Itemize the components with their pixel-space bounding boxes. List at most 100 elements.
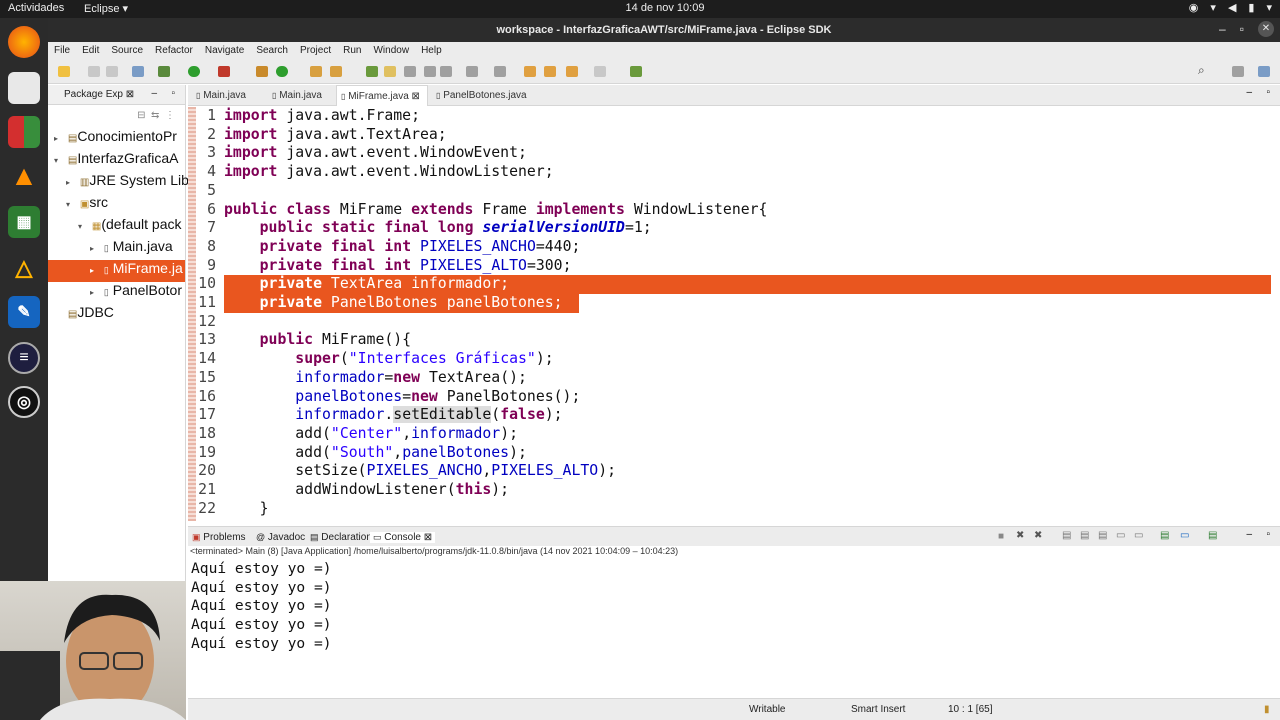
menu-navigate[interactable]: Navigate <box>199 42 250 60</box>
minimize-console-icon[interactable]: – <box>1246 529 1252 540</box>
close-button[interactable]: ✕ <box>1258 21 1274 37</box>
terminate-icon[interactable]: ■ <box>998 531 1004 542</box>
next-annotation-icon[interactable] <box>466 66 478 77</box>
menu-source[interactable]: Source <box>105 42 149 60</box>
minimize-button[interactable]: – <box>1219 22 1226 36</box>
code-line[interactable]: 8 private final int PIXELES_ANCHO=440; <box>188 238 1280 257</box>
last-edit-icon[interactable] <box>524 66 536 77</box>
code-line[interactable]: 13 public MiFrame(){ <box>188 331 1280 350</box>
files-icon[interactable] <box>8 72 40 104</box>
search-icon[interactable]: ⌕ <box>1198 63 1210 77</box>
skip-breakpoints-icon[interactable] <box>132 66 144 77</box>
new-class-icon[interactable] <box>276 66 288 77</box>
open-type-icon[interactable] <box>310 66 322 77</box>
tab-console[interactable]: ▭ Console ⊠ <box>370 532 436 543</box>
maximize-console-icon[interactable]: ▫ <box>1266 529 1270 540</box>
toggle-mark-occurrences-icon[interactable] <box>384 66 396 77</box>
tab-javadoc[interactable]: @ Javadoc <box>256 532 305 543</box>
debug-icon[interactable] <box>158 66 170 77</box>
tab-main-java-2[interactable]: ▯ Main.java <box>268 85 338 106</box>
tree-item-panelbotones-java[interactable]: ▸ ▯ PanelBotor <box>90 282 182 304</box>
menu-help[interactable]: Help <box>415 42 448 60</box>
clear-console-icon[interactable]: ▤ <box>1062 530 1071 541</box>
new-java-project-icon[interactable] <box>256 66 268 77</box>
package-explorer-title[interactable]: Package Exp ⊠ <box>64 89 134 100</box>
show-stderr-icon[interactable]: ▭ <box>1134 530 1143 541</box>
pin-console-icon[interactable]: ▤ <box>1160 530 1169 541</box>
spreadsheet-icon[interactable]: ▦ <box>8 206 40 238</box>
search-tool-icon[interactable] <box>330 66 342 77</box>
prev-annotation-icon[interactable] <box>494 66 506 77</box>
code-line[interactable]: 19 add("South",panelBotones); <box>188 444 1280 463</box>
code-line[interactable]: 22 } <box>188 500 1280 519</box>
vlc-icon[interactable]: ▲ <box>8 160 40 192</box>
menu-project[interactable]: Project <box>294 42 337 60</box>
open-perspective-icon[interactable] <box>1232 66 1244 77</box>
show-whitespace-icon[interactable] <box>440 66 452 77</box>
tree-item-default-package[interactable]: ▾ ▦(default pack <box>78 216 182 238</box>
code-line[interactable]: 6 public class MiFrame extends Frame impl… <box>188 201 1280 220</box>
menu-window[interactable]: Window <box>367 42 415 60</box>
menu-refactor[interactable]: Refactor <box>149 42 199 60</box>
tree-item-jdbc[interactable]: ▤JDBC <box>54 304 114 326</box>
link-editor-icon[interactable]: ⇆ <box>151 110 159 121</box>
office-icon[interactable] <box>8 116 40 148</box>
code-line[interactable]: 3 import java.awt.event.WindowEvent; <box>188 144 1280 163</box>
code-line[interactable]: 1 import java.awt.Frame; <box>188 107 1280 126</box>
remove-launch-icon[interactable]: ✖ <box>1016 530 1024 541</box>
tab-declaration[interactable]: ▤ Declaration <box>310 532 372 543</box>
external-tools-icon[interactable] <box>218 66 230 77</box>
save-all-icon[interactable] <box>106 66 118 77</box>
block-selection-icon[interactable] <box>404 66 416 77</box>
tree-item-miframe-java[interactable]: ▸ ▯ MiFrame.ja <box>48 260 185 282</box>
minimize-editor-icon[interactable]: – <box>1246 87 1252 98</box>
word-wrap-console-icon[interactable]: ▤ <box>1098 530 1107 541</box>
run-icon[interactable] <box>188 66 200 77</box>
tree-item-src[interactable]: ▾ ▣src <box>66 194 108 216</box>
code-line[interactable]: 16 panelBotones=new PanelBotones(); <box>188 388 1280 407</box>
code-editor[interactable]: 1 import java.awt.Frame; 2 import java.awt.… <box>188 107 1280 521</box>
code-line[interactable]: 7 public static final long serialVersion… <box>188 219 1280 238</box>
menu-search[interactable]: Search <box>250 42 294 60</box>
text-editor-icon[interactable]: ✎ <box>8 296 40 328</box>
eclipse-icon[interactable]: ≡ <box>8 342 40 374</box>
tree-item-main-java[interactable]: ▸ ▯ Main.java <box>90 238 173 260</box>
code-line[interactable]: 21 addWindowListener(this); <box>188 481 1280 500</box>
menu-edit[interactable]: Edit <box>76 42 105 60</box>
code-line[interactable]: 17 informador.setEditable(false); <box>188 406 1280 425</box>
code-line[interactable]: 2 import java.awt.TextArea; <box>188 126 1280 145</box>
maximize-editor-icon[interactable]: ▫ <box>1266 87 1270 98</box>
navigate-forward-icon[interactable] <box>594 66 606 77</box>
tab-panelbotones-java[interactable]: ▯ PanelBotones.java <box>432 85 532 106</box>
back-icon[interactable] <box>544 66 556 77</box>
tab-problems[interactable]: ▣ Problems <box>192 532 246 543</box>
code-line[interactable]: 20 setSize(PIXELES_ANCHO,PIXELES_ALTO); <box>188 462 1280 481</box>
remove-all-launches-icon[interactable]: ✖ <box>1034 530 1042 541</box>
console-output[interactable]: Aquí estoy yo =) Aquí estoy yo =) Aquí e… <box>188 560 1280 698</box>
tree-item-interfazgrafica[interactable]: ▾ ▤InterfazGraficaA <box>54 150 179 172</box>
open-console-icon[interactable]: ▤ <box>1208 530 1217 541</box>
maximize-view-icon[interactable]: ▫ <box>171 88 175 99</box>
tree-item-conocimiento[interactable]: ▸ ▤ConocimientoPr <box>54 128 177 150</box>
tab-miframe-java[interactable]: ▯ MiFrame.java ⊠ <box>336 85 428 106</box>
forward-icon[interactable] <box>566 66 578 77</box>
code-line[interactable]: 4 import java.awt.event.WindowListener; <box>188 163 1280 182</box>
clock[interactable]: 14 de nov 10:09 <box>0 2 1280 14</box>
system-tray[interactable]: ◉ ▾ ◀ ▮ ▾ <box>1189 1 1272 14</box>
menu-run[interactable]: Run <box>337 42 367 60</box>
geogebra-icon[interactable]: △ <box>8 252 40 284</box>
code-line[interactable]: 5 <box>188 182 1280 201</box>
code-line[interactable]: 11 private PanelBotones panelBotones; <box>188 294 1280 313</box>
tab-main-java-1[interactable]: ▯ Main.java <box>192 85 262 106</box>
scroll-lock-icon[interactable]: ▤ <box>1080 530 1089 541</box>
minimize-view-icon[interactable]: – <box>151 88 157 99</box>
java-perspective-icon[interactable] <box>1258 66 1270 77</box>
new-icon[interactable] <box>58 66 70 77</box>
collapse-all-icon[interactable]: ⊟ <box>137 110 145 121</box>
display-console-icon[interactable]: ▭ <box>1180 530 1189 541</box>
code-line[interactable]: 18 add("Center",informador); <box>188 425 1280 444</box>
maximize-button[interactable]: ▫ <box>1240 22 1244 36</box>
code-line[interactable]: 10 private TextArea informador; <box>188 275 1280 294</box>
save-icon[interactable] <box>88 66 100 77</box>
pin-editor-icon[interactable] <box>630 66 642 77</box>
